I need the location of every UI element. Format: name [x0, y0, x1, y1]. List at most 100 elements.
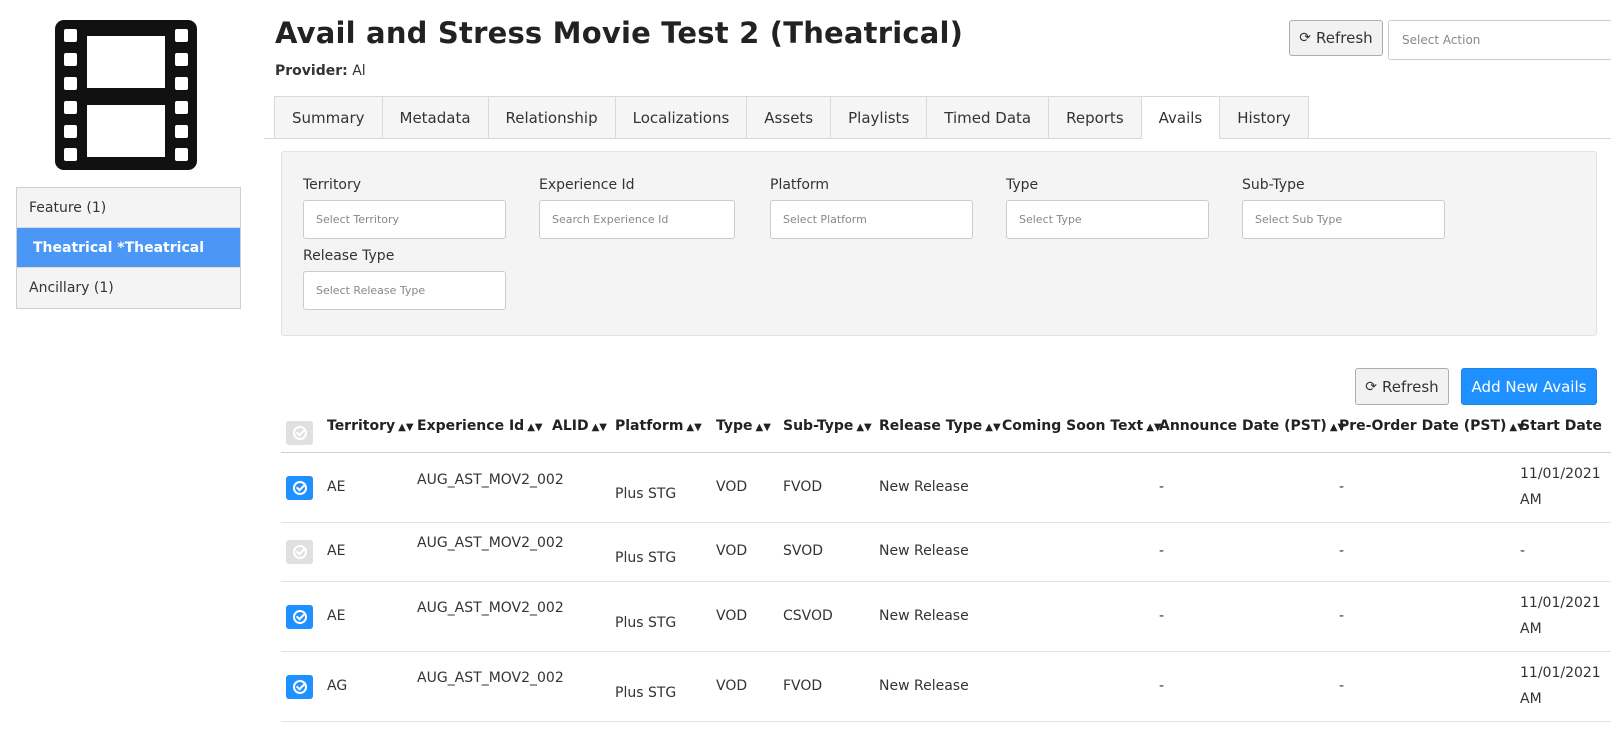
column-header-sub-type[interactable]: Sub-Type ▲▼ [783, 418, 872, 434]
column-header-type[interactable]: Type ▲▼ [716, 418, 771, 434]
provider-value: Al [352, 63, 366, 79]
column-header-coming-soon-text[interactable]: Coming Soon Text ▲▼ [1002, 418, 1162, 434]
tab-reports[interactable]: Reports [1049, 96, 1142, 139]
refresh-button[interactable]: ⟳ Refresh [1289, 20, 1383, 56]
column-label: Territory [327, 418, 396, 434]
cell-sub-type: FVOD [783, 678, 823, 694]
check-icon [292, 426, 307, 440]
tab-localizations[interactable]: Localizations [615, 96, 748, 139]
start-time-value: AM [1520, 691, 1542, 707]
cell-type: VOD [716, 479, 748, 495]
column-label: Coming Soon Text [1002, 418, 1144, 434]
column-label: Sub-Type [783, 418, 854, 434]
cell-type: VOD [716, 543, 748, 559]
cell-sub-type: CSVOD [783, 608, 833, 624]
tab-history[interactable]: History [1220, 96, 1309, 139]
territory-select[interactable] [303, 200, 506, 239]
cell-type: VOD [716, 678, 748, 694]
table-row[interactable]: AE AUG_AST_MOV2_002 Plus STG VOD CSVOD N… [281, 582, 1611, 652]
refresh-icon: ⟳ [1365, 378, 1378, 395]
column-header-experience-id[interactable]: Experience Id ▲▼ [417, 418, 543, 434]
tab-summary[interactable]: Summary [274, 96, 383, 139]
release-type-select[interactable] [303, 271, 506, 310]
variant-item-ancillary[interactable]: Ancillary (1) [17, 268, 240, 308]
row-checkbox[interactable] [286, 675, 313, 699]
refresh-icon: ⟳ [1299, 30, 1312, 46]
column-label: Platform [615, 418, 684, 434]
column-header-territory[interactable]: Territory ▲▼ [327, 418, 414, 434]
experience-id-search-input[interactable] [539, 200, 735, 239]
row-checkbox[interactable] [286, 476, 313, 500]
cell-pre-order-date: - [1339, 678, 1345, 694]
tab-metadata[interactable]: Metadata [382, 96, 489, 139]
cell-platform: Plus STG [615, 550, 677, 566]
table-refresh-label: Refresh [1382, 377, 1439, 396]
cell-experience-id: AUG_AST_MOV2_002 [417, 472, 564, 488]
row-checkbox[interactable] [286, 605, 313, 629]
filter-panel: Territory Experience Id Platform Type Su… [281, 151, 1597, 336]
table-header: Territory ▲▼ Experience Id ▲▼ ALID ▲▼ Platf… [281, 408, 1611, 453]
sort-icon: ▲▼ [856, 422, 872, 433]
column-header-alid[interactable]: ALID ▲▼ [552, 418, 607, 434]
cell-start-date: - [1520, 543, 1526, 559]
variant-item-feature[interactable]: Feature (1) [17, 188, 240, 228]
check-icon [292, 610, 307, 624]
column-header-platform[interactable]: Platform ▲▼ [615, 418, 702, 434]
tab-playlists[interactable]: Playlists [831, 96, 928, 139]
sort-icon: ▲▼ [527, 422, 543, 433]
column-label: Experience Id [417, 418, 525, 434]
provider-info: Provider: Al [275, 63, 366, 79]
column-label: ALID [552, 418, 589, 434]
cell-release-type: New Release [879, 543, 969, 559]
table-refresh-button[interactable]: ⟳ Refresh [1355, 368, 1449, 405]
cell-pre-order-date: - [1339, 608, 1345, 624]
platform-select[interactable] [770, 200, 973, 239]
check-icon [292, 481, 307, 495]
cell-start-date: 11/01/2021 AM [1520, 461, 1601, 513]
select-all-checkbox[interactable] [286, 421, 313, 445]
column-label: Pre-Order Date (PST) [1339, 418, 1507, 434]
sort-icon: ▲▼ [686, 422, 702, 433]
tab-timed-data[interactable]: Timed Data [927, 96, 1050, 139]
table-row[interactable]: AE AUG_AST_MOV2_002 Plus STG VOD SVOD Ne… [281, 523, 1611, 582]
cell-release-type: New Release [879, 608, 969, 624]
film-logo-icon [55, 20, 197, 170]
row-checkbox[interactable] [286, 540, 313, 564]
release-type-label: Release Type [303, 248, 395, 264]
tab-assets[interactable]: Assets [747, 96, 832, 139]
tab-relationship[interactable]: Relationship [488, 96, 616, 139]
territory-label: Territory [303, 177, 362, 193]
cell-platform: Plus STG [615, 685, 677, 701]
table-row[interactable]: AG AUG_AST_MOV2_002 Plus STG VOD FVOD Ne… [281, 652, 1611, 722]
column-header-announce-date[interactable]: Announce Date (PST) ▲▼ [1159, 418, 1345, 434]
start-date-value: 11/01/2021 [1520, 466, 1601, 482]
start-date-value: 11/01/2021 [1520, 665, 1601, 681]
column-label: Release Type [879, 418, 983, 434]
type-select[interactable] [1006, 200, 1209, 239]
add-new-avails-button[interactable]: Add New Avails [1461, 368, 1597, 405]
provider-label: Provider: [275, 63, 348, 79]
select-action-dropdown[interactable]: Select Action [1388, 20, 1611, 60]
cell-announce-date: - [1159, 479, 1165, 495]
tab-avails[interactable]: Avails [1141, 96, 1221, 139]
variant-item-theatrical[interactable]: Theatrical *Theatrical [17, 228, 240, 268]
type-label: Type [1006, 177, 1039, 193]
column-header-release-type[interactable]: Release Type ▲▼ [879, 418, 1001, 434]
table-row[interactable]: AE AUG_AST_MOV2_002 Plus STG VOD FVOD Ne… [281, 453, 1611, 523]
column-header-start-date[interactable]: Start Date [1520, 418, 1602, 434]
sub-type-label: Sub-Type [1242, 177, 1305, 193]
platform-label: Platform [770, 177, 830, 193]
avails-table: Territory ▲▼ Experience Id ▲▼ ALID ▲▼ Platf… [281, 408, 1611, 722]
cell-release-type: New Release [879, 479, 969, 495]
cell-announce-date: - [1159, 543, 1165, 559]
start-time-value: AM [1520, 492, 1542, 508]
column-header-pre-order-date[interactable]: Pre-Order Date (PST) ▲▼ [1339, 418, 1525, 434]
cell-experience-id: AUG_AST_MOV2_002 [417, 600, 564, 616]
start-time-value: AM [1520, 621, 1542, 637]
select-action-placeholder: Select Action [1402, 33, 1481, 47]
sub-type-select[interactable] [1242, 200, 1445, 239]
cell-platform: Plus STG [615, 615, 677, 631]
cell-release-type: New Release [879, 678, 969, 694]
variant-list: Feature (1) Theatrical *Theatrical Ancil… [16, 187, 241, 309]
cell-experience-id: AUG_AST_MOV2_002 [417, 670, 564, 686]
